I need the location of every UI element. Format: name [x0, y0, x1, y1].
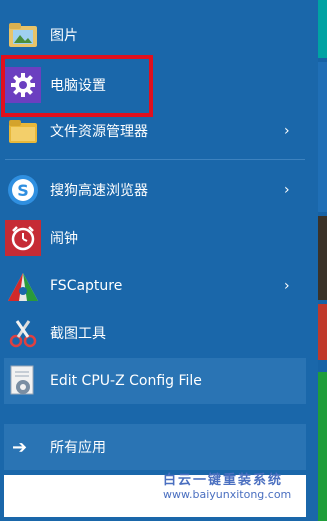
svg-text:S: S — [17, 181, 29, 200]
menu-item-alarm-label: 闹钟 — [50, 231, 78, 247]
menu-item-snipping-label: 截图工具 — [50, 326, 106, 342]
chevron-right-icon[interactable]: › — [284, 278, 290, 294]
menu-item-cpuz-config[interactable]: Edit CPU-Z Config File — [0, 358, 318, 404]
sogou-browser-icon: S — [5, 172, 41, 208]
divider — [5, 159, 305, 160]
chevron-right-icon[interactable]: › — [284, 182, 290, 198]
tile-teal[interactable] — [318, 0, 327, 58]
tile-photo[interactable] — [318, 216, 327, 300]
tile-strip — [318, 0, 327, 521]
tile-red[interactable] — [318, 304, 327, 360]
menu-item-pictures-label: 图片 — [50, 28, 78, 44]
alarm-clock-icon — [5, 220, 41, 256]
pictures-folder-icon — [5, 17, 41, 53]
chevron-right-icon[interactable]: › — [284, 123, 290, 139]
tile-blue[interactable] — [318, 62, 327, 212]
menu-item-sogou-browser[interactable]: S 搜狗高速浏览器 › — [0, 167, 318, 213]
menu-item-file-explorer-label: 文件资源管理器 — [50, 124, 148, 140]
menu-item-pictures[interactable]: 图片 — [0, 12, 318, 58]
folder-icon — [5, 113, 41, 149]
all-apps-label: 所有应用 — [50, 440, 106, 456]
menu-item-sogou-label: 搜狗高速浏览器 — [50, 183, 148, 199]
config-file-gear-icon — [5, 363, 41, 399]
arrow-right-icon: ➔ — [12, 436, 28, 458]
fscapture-icon — [5, 268, 41, 304]
menu-item-fscapture-label: FSCapture — [50, 278, 123, 294]
menu-item-alarm[interactable]: 闹钟 — [0, 215, 318, 261]
tile-green[interactable] — [318, 372, 327, 521]
menu-item-cpuz-label: Edit CPU-Z Config File — [50, 373, 202, 389]
all-apps-button[interactable]: ➔ 所有应用 — [0, 424, 318, 470]
menu-item-fscapture[interactable]: FSCapture › — [0, 263, 318, 309]
menu-item-snipping-tool[interactable]: 截图工具 — [0, 310, 318, 356]
watermark-url: www.baiyunxitong.com — [163, 488, 292, 501]
watermark-title: 白云一键重装系统 — [163, 473, 284, 488]
start-menu: 图片 电脑设置 文件资源管理器 › S 搜狗高速浏览器 › 闹钟 FSCaptu… — [0, 0, 318, 521]
scissors-icon — [5, 315, 41, 351]
menu-item-file-explorer[interactable]: 文件资源管理器 › — [0, 108, 318, 154]
